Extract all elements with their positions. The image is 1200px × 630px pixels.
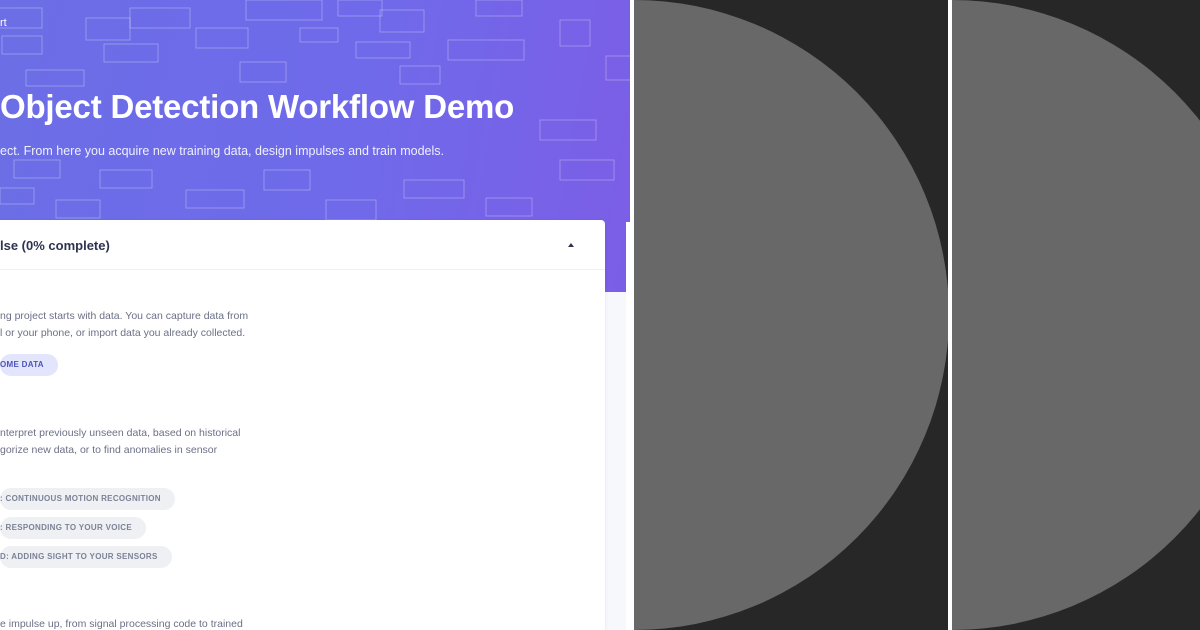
step-description: e impulse up, from signal processing cod…	[0, 616, 243, 630]
image-panel-left-graphic	[634, 0, 948, 630]
caret-up-icon[interactable]	[568, 243, 574, 247]
step-description-line: ng project starts with data. You can cap…	[0, 310, 249, 322]
tutorial-vision-button[interactable]: D: ADDING SIGHT TO YOUR SENSORS	[0, 546, 172, 568]
image-panel-left	[634, 0, 948, 630]
card-header[interactable]: lse (0% complete)	[0, 220, 605, 270]
image-panel-right-graphic	[952, 0, 1200, 630]
getting-started-card: lse (0% complete) ng project starts with…	[0, 220, 605, 630]
tutorial-motion-button[interactable]: : CONTINUOUS MOTION RECOGNITION	[0, 488, 175, 510]
step-description-line: l or your phone, or import data you alre…	[0, 327, 246, 339]
project-subtitle: ect. From here you acquire new training …	[0, 144, 444, 158]
app-window: rt Object Detection Workflow Demo ect. F…	[0, 0, 630, 630]
step-description: nterpret previously unseen data, based o…	[0, 425, 240, 459]
card-title: lse (0% complete)	[0, 238, 110, 253]
tutorial-voice-button[interactable]: : RESPONDING TO YOUR VOICE	[0, 517, 146, 539]
image-panel-right	[952, 0, 1200, 630]
step-description-line: e impulse up, from signal processing cod…	[0, 618, 243, 630]
step-description-line: nterpret previously unseen data, based o…	[0, 427, 241, 439]
half-circle-shape	[952, 0, 1200, 630]
breadcrumb[interactable]: rt	[0, 17, 7, 29]
acquire-data-button[interactable]: OME DATA	[0, 354, 58, 376]
step-description-line: gorize new data, or to find anomalies in…	[0, 444, 218, 456]
step-description: ng project starts with data. You can cap…	[0, 308, 248, 342]
project-title: Object Detection Workflow Demo	[0, 88, 515, 125]
